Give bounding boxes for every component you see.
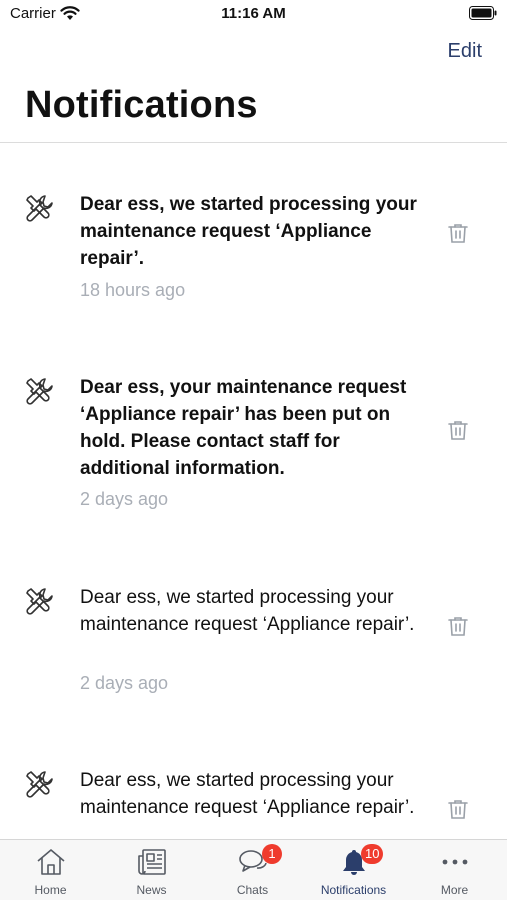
tab-news-label: News (136, 883, 167, 897)
trash-icon[interactable] (446, 797, 470, 821)
tab-more[interactable]: More (404, 840, 505, 900)
tab-chats-label: Chats (236, 883, 269, 897)
trash-icon[interactable] (446, 614, 470, 638)
tab-more-label: More (440, 883, 469, 897)
tab-home[interactable]: Home (0, 840, 101, 900)
tab-news[interactable]: News (101, 840, 202, 900)
notifications-badge: 10 (361, 844, 384, 864)
clock: 11:16 AM (221, 5, 286, 22)
tab-home-label: Home (34, 883, 67, 897)
notification-timestamp: 2 days ago (80, 489, 169, 509)
notification-list[interactable]: Dear ess, we started processing your mai… (0, 143, 507, 840)
tools-icon (24, 586, 56, 618)
more-icon (439, 846, 471, 883)
battery-icon (469, 6, 497, 25)
tab-notifications[interactable]: 10 Notifications (303, 840, 404, 900)
chats-badge: 1 (262, 844, 282, 864)
tab-notifications-label: Notifications (320, 883, 387, 897)
page-title: Notifications (25, 84, 258, 126)
notification-timestamp: 2 days ago (80, 673, 169, 693)
tools-icon (24, 376, 56, 408)
notification-message: Dear ess, we started processing your mai… (80, 770, 415, 818)
notification-message: Dear ess, we started processing your mai… (80, 194, 417, 269)
tools-icon (24, 193, 56, 225)
notification-message: Dear ess, your maintenance request ‘Appl… (80, 377, 407, 479)
edit-button[interactable]: Edit (448, 40, 482, 63)
trash-icon[interactable] (446, 418, 470, 442)
newspaper-icon (136, 846, 168, 883)
tools-icon (24, 769, 56, 801)
notification-timestamp: 18 hours ago (80, 280, 186, 300)
tab-chats[interactable]: 1 Chats (202, 840, 303, 900)
trash-icon[interactable] (446, 221, 470, 245)
notification-message: Dear ess, we started processing your mai… (80, 587, 415, 635)
status-bar: Carrier 11:16 AM (0, 0, 507, 28)
tab-bar: Home News 1 Chats 10 Notifications More (0, 839, 507, 900)
home-icon (35, 846, 67, 883)
